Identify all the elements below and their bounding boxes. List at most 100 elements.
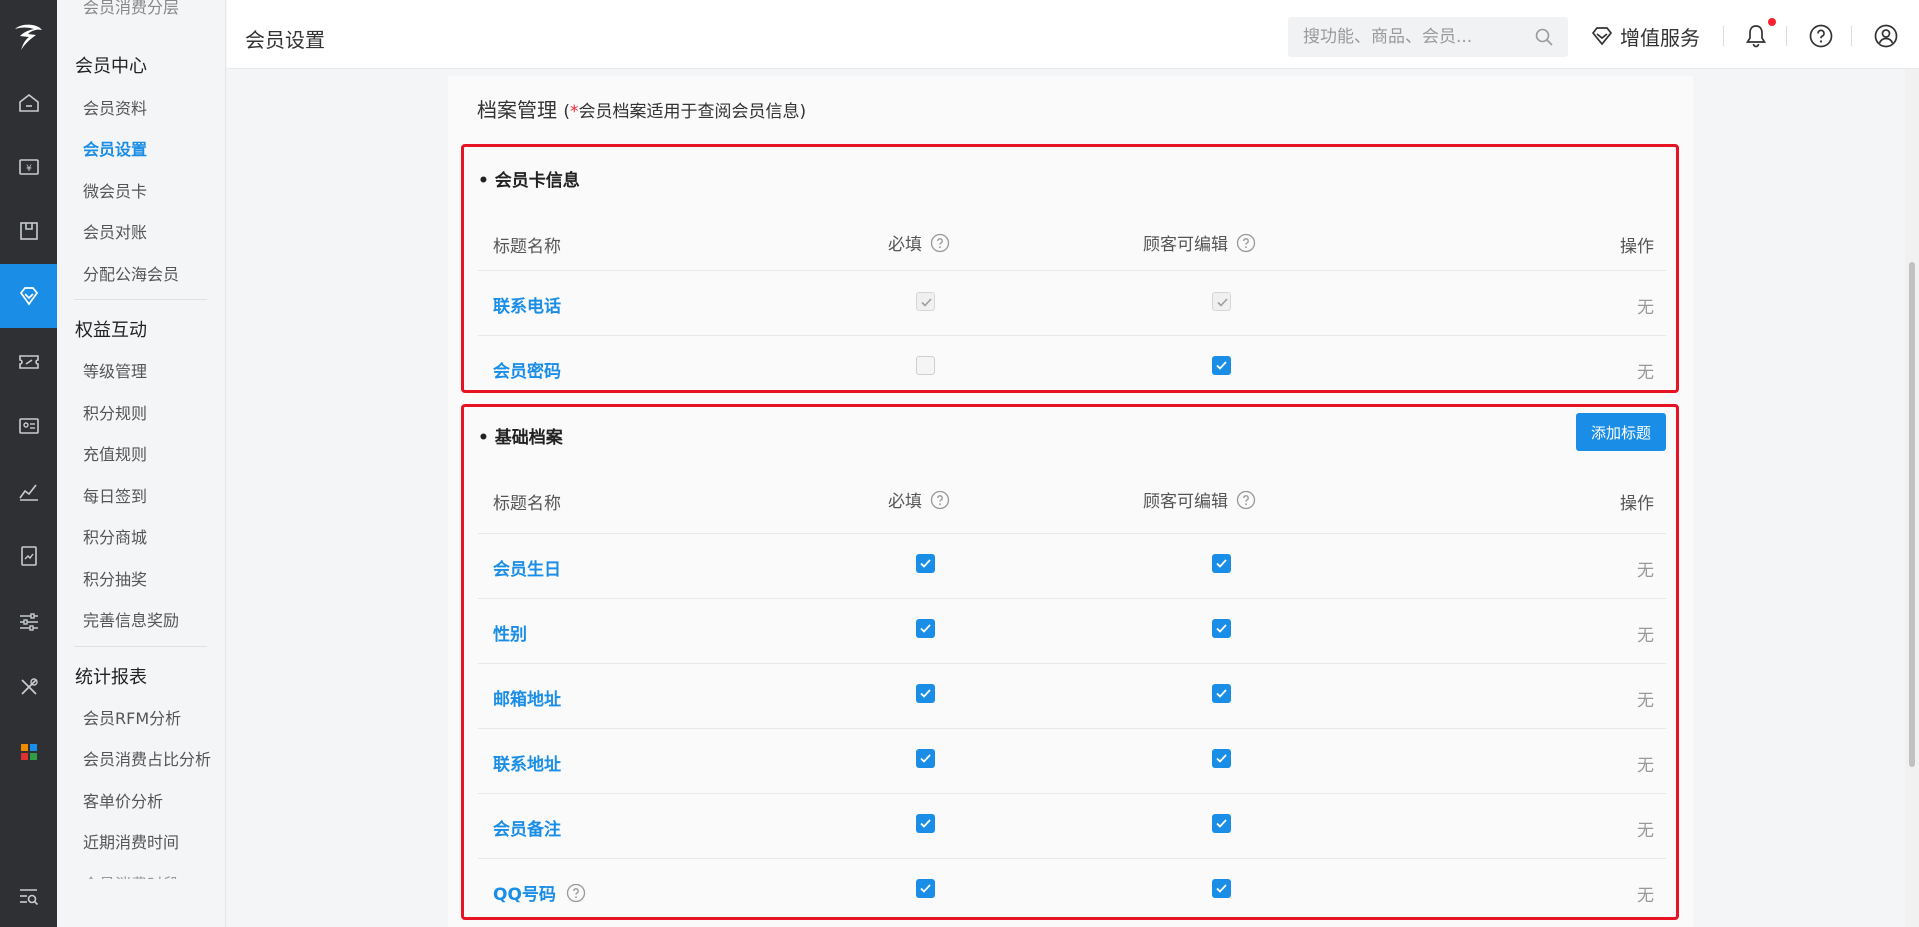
header-separator xyxy=(1786,26,1787,46)
menu-item-partial-bottom[interactable]: 会员消费时段 xyxy=(83,871,179,879)
bell-icon[interactable] xyxy=(1743,23,1769,49)
help-icon[interactable] xyxy=(930,233,950,253)
rail-goods[interactable] xyxy=(0,199,57,263)
editable-checkbox[interactable] xyxy=(1212,749,1231,768)
check-icon xyxy=(920,559,931,568)
menu-item-info-reward[interactable]: 完善信息奖励 xyxy=(83,607,179,631)
required-checkbox[interactable] xyxy=(916,619,935,638)
header-name: 标题名称 xyxy=(493,494,561,514)
brand-logo[interactable] xyxy=(0,0,57,71)
rail-member[interactable] xyxy=(0,264,57,328)
user-avatar-icon[interactable] xyxy=(1873,23,1899,49)
editable-checkbox[interactable] xyxy=(1212,554,1231,573)
required-checkbox[interactable] xyxy=(916,356,935,375)
row-name-label: 联系电话 xyxy=(493,297,561,317)
value-added-service-label: 增值服务 xyxy=(1620,25,1700,50)
header-name: 标题名称 xyxy=(493,237,561,257)
menu-item-points-rules[interactable]: 积分规则 xyxy=(83,400,147,424)
editable-checkbox[interactable] xyxy=(1212,292,1231,311)
editable-checkbox[interactable] xyxy=(1212,356,1231,375)
required-checkbox[interactable] xyxy=(916,814,935,833)
editable-checkbox[interactable] xyxy=(1212,879,1231,898)
menu-item-partial-top[interactable]: 会员消费分层 xyxy=(83,0,179,18)
help-icon[interactable] xyxy=(566,883,586,903)
menu-item-consumption-ratio[interactable]: 会员消费占比分析 xyxy=(83,746,211,770)
svg-text:¥: ¥ xyxy=(26,164,32,174)
help-icon[interactable] xyxy=(1236,490,1256,510)
menu-item-rfm[interactable]: 会员RFM分析 xyxy=(83,705,181,729)
row-name[interactable]: 会员备注 xyxy=(493,815,561,840)
rail-settings[interactable] xyxy=(0,590,57,654)
rail-marketing[interactable] xyxy=(0,330,57,394)
menu-item-assign-pool[interactable]: 分配公海会员 xyxy=(83,261,179,285)
rail-search-menu[interactable] xyxy=(0,864,57,927)
row-name[interactable]: QQ号码 xyxy=(493,880,586,905)
note-open: ( xyxy=(563,102,570,122)
help-icon[interactable] xyxy=(1808,23,1834,49)
help-icon[interactable] xyxy=(1236,233,1256,253)
rail-cashier[interactable]: ¥ xyxy=(0,135,57,199)
editable-checkbox[interactable] xyxy=(1212,684,1231,703)
menu-item-level-mgmt[interactable]: 等级管理 xyxy=(83,358,147,382)
menu-item-member-settings[interactable]: 会员设置 xyxy=(83,136,147,160)
check-icon xyxy=(1216,884,1227,893)
required-checkbox[interactable] xyxy=(916,684,935,703)
header-editable-label: 顾客可编辑 xyxy=(1143,235,1228,255)
row-name[interactable]: 会员密码 xyxy=(493,357,561,382)
row-name[interactable]: 邮箱地址 xyxy=(493,685,561,710)
menu-item-recent-consumption[interactable]: 近期消费时间 xyxy=(83,829,179,853)
page-scrollbar[interactable] xyxy=(1905,69,1919,927)
required-star: * xyxy=(570,102,579,122)
rail-tools[interactable] xyxy=(0,655,57,719)
home-icon xyxy=(18,93,39,112)
row-operation: 无 xyxy=(1637,886,1654,906)
help-icon[interactable] xyxy=(930,490,950,510)
group-title-reports: 统计报表 xyxy=(75,667,147,688)
required-checkbox[interactable] xyxy=(916,554,935,573)
check-icon xyxy=(1216,689,1227,698)
table-header: 标题名称 必填 顾客可编辑 操作 xyxy=(478,212,1666,272)
menu-item-points-mall[interactable]: 积分商城 xyxy=(83,524,147,548)
header-editable: 顾客可编辑 xyxy=(1143,230,1256,255)
search-icon[interactable] xyxy=(1534,27,1554,47)
row-name-label: QQ号码 xyxy=(493,885,556,905)
required-checkbox[interactable] xyxy=(916,879,935,898)
rail-home[interactable] xyxy=(0,71,57,135)
rail-staff[interactable] xyxy=(0,394,57,458)
header-operation: 操作 xyxy=(1620,494,1654,514)
menu-item-member-profile[interactable]: 会员资料 xyxy=(83,95,147,119)
box-icon xyxy=(19,222,38,240)
menu-item-recharge-rules[interactable]: 充值规则 xyxy=(83,441,147,465)
row-name[interactable]: 联系地址 xyxy=(493,750,561,775)
rail-report[interactable] xyxy=(0,459,57,523)
global-search xyxy=(1288,17,1568,57)
menu-item-points-lottery[interactable]: 积分抽奖 xyxy=(83,566,147,590)
table-row: 会员密码 无 xyxy=(478,335,1666,400)
menu-item-daily-checkin[interactable]: 每日签到 xyxy=(83,483,147,507)
search-input[interactable] xyxy=(1288,17,1528,57)
rail-apps[interactable] xyxy=(0,720,57,784)
add-title-button[interactable]: 添加标题 xyxy=(1576,413,1666,451)
menu-item-member-reconcile[interactable]: 会员对账 xyxy=(83,219,147,243)
row-name[interactable]: 联系电话 xyxy=(493,292,561,317)
editable-checkbox[interactable] xyxy=(1212,814,1231,833)
required-checkbox[interactable] xyxy=(916,749,935,768)
page-title: 会员设置 xyxy=(245,28,325,52)
required-checkbox[interactable] xyxy=(916,292,935,311)
check-icon xyxy=(920,754,931,763)
header-required: 必填 xyxy=(888,487,950,512)
rail-finance[interactable] xyxy=(0,524,57,588)
menu-item-wechat-card[interactable]: 微会员卡 xyxy=(83,178,147,202)
value-added-service-button[interactable]: 增值服务 xyxy=(1590,21,1700,51)
menu-item-avg-price[interactable]: 客单价分析 xyxy=(83,788,163,812)
editable-checkbox[interactable] xyxy=(1212,619,1231,638)
document-chart-icon xyxy=(20,546,37,566)
cashier-icon: ¥ xyxy=(18,159,39,175)
notification-dot xyxy=(1768,18,1776,26)
scrollbar-thumb[interactable] xyxy=(1909,262,1915,767)
row-name[interactable]: 性别 xyxy=(493,620,527,645)
check-icon xyxy=(920,689,931,698)
check-icon xyxy=(920,884,931,893)
check-icon xyxy=(1216,361,1227,370)
row-name[interactable]: 会员生日 xyxy=(493,555,561,580)
